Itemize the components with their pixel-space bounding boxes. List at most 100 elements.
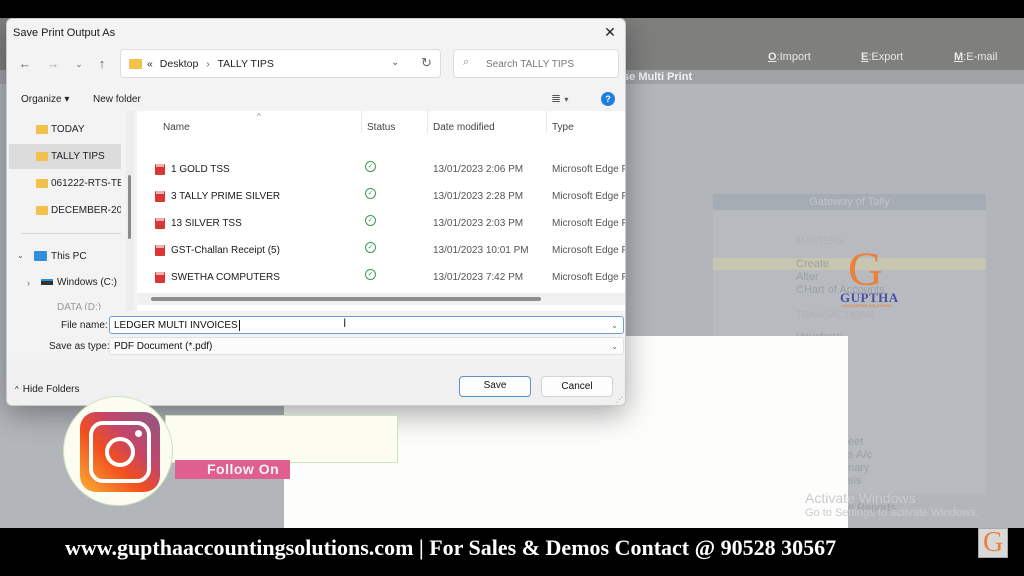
column-header-name[interactable]: Name: [163, 122, 190, 133]
file-name-value: LEDGER MULTI INVOICES: [114, 320, 238, 331]
forward-arrow-icon[interactable]: →: [44, 56, 62, 71]
nav-folder-061222[interactable]: 061222-RTS-TBK: [9, 171, 121, 196]
gateway-section-masters: MASTERS: [796, 236, 845, 247]
sync-status-check-icon: ✓: [365, 215, 376, 226]
nav-drive-d[interactable]: DATA (D:): [57, 302, 101, 310]
file-row[interactable]: GST-Challan Receipt (5) ✓ 13/01/2023 10:…: [137, 237, 625, 264]
export-key: E: [861, 51, 869, 63]
column-header-type[interactable]: Type: [552, 122, 574, 133]
logo-g-icon: G: [848, 243, 883, 296]
file-name: 13 SILVER TSS: [171, 218, 242, 229]
email-shortcut[interactable]: M:E-mail: [954, 51, 997, 63]
up-arrow-icon[interactable]: ↑: [93, 56, 111, 71]
refresh-icon[interactable]: ↻: [421, 55, 432, 71]
breadcrumb-desktop[interactable]: Desktop: [160, 58, 199, 70]
logo-g-icon: G: [983, 527, 1004, 558]
breadcrumb-overflow[interactable]: «: [147, 58, 153, 70]
save-as-type-label: Save as type:: [49, 341, 110, 352]
pdf-file-icon: [155, 191, 165, 202]
activate-windows-hint: Go to Settings to activate Windows.: [805, 507, 979, 519]
recent-locations-chevron-icon[interactable]: ⌄: [70, 59, 88, 70]
nav-folder-label: TODAY: [51, 124, 85, 135]
gateway-report-partial-3: nary: [848, 462, 870, 474]
sync-status-check-icon: ✓: [365, 242, 376, 253]
address-dropdown-chevron-icon[interactable]: ⌄: [391, 57, 399, 68]
file-name: 1 GOLD TSS: [171, 164, 230, 175]
nav-folder-december[interactable]: DECEMBER-202: [9, 198, 121, 223]
organize-button[interactable]: Organize ▾: [21, 94, 69, 105]
computer-icon: [34, 251, 47, 261]
pdf-file-icon: [155, 245, 165, 256]
logo-subtitle: ACCOUNTING SOLUTIONS: [842, 304, 892, 308]
column-header-status[interactable]: Status: [367, 122, 395, 133]
expand-this-pc-chevron-icon[interactable]: ⌄: [17, 251, 24, 260]
folder-icon: [129, 59, 142, 69]
gateway-report-partial-2: s A/c: [848, 449, 872, 461]
nav-folder-label: DECEMBER-202: [51, 205, 121, 216]
expand-drive-chevron-icon[interactable]: ›: [27, 278, 30, 288]
import-shortcut[interactable]: O:Import: [768, 51, 811, 63]
instagram-banner-box: [165, 415, 398, 463]
export-shortcut[interactable]: E:Export: [861, 51, 903, 63]
breadcrumb-separator-icon: ›: [206, 58, 210, 70]
save-as-type-select[interactable]: PDF Document (*.pdf) ⌄: [109, 337, 624, 355]
save-button[interactable]: Save: [459, 376, 531, 397]
file-row[interactable]: 1 GOLD TSS ✓ 13/01/2023 2:06 PM Microsof…: [137, 156, 625, 183]
file-list-horizontal-scrollbar[interactable]: [137, 293, 625, 305]
nav-folder-label: TALLY TIPS: [51, 151, 105, 162]
nav-folder-tally-tips[interactable]: TALLY TIPS: [9, 144, 121, 169]
scrollbar-thumb[interactable]: [128, 175, 131, 239]
column-divider[interactable]: [427, 111, 428, 133]
file-name-dropdown-chevron-icon[interactable]: ⌄: [611, 320, 618, 331]
address-bar[interactable]: « Desktop › TALLY TIPS ⌄ ↻: [120, 49, 441, 78]
instagram-icon: [80, 412, 160, 492]
nav-this-pc[interactable]: This PC: [51, 251, 87, 262]
file-type: Microsoft Edge PDF Document: [552, 245, 625, 256]
sync-status-check-icon: ✓: [365, 161, 376, 172]
drive-icon: [41, 279, 53, 285]
gateway-report-partial-1: eet: [848, 436, 864, 448]
import-label: Import: [779, 51, 811, 63]
i-beam-cursor-icon: I: [343, 316, 347, 330]
column-divider[interactable]: [361, 111, 362, 133]
navigation-pane: TODAY TALLY TIPS 061222-RTS-TBK DECEMBER…: [7, 111, 135, 311]
view-options-icon[interactable]: ≣ ▾: [551, 91, 568, 105]
cancel-button[interactable]: Cancel: [541, 376, 613, 397]
file-name-label: File name:: [61, 320, 108, 331]
file-name-input[interactable]: LEDGER MULTI INVOICES I ⌄: [109, 316, 624, 334]
nav-drive-c[interactable]: Windows (C:): [57, 277, 117, 288]
resize-grip-icon[interactable]: ⋰: [616, 396, 623, 404]
file-type: Microsoft Edge PDF Document: [552, 218, 625, 229]
nav-folder-today[interactable]: TODAY: [9, 117, 121, 142]
back-arrow-icon[interactable]: ←: [16, 56, 34, 71]
screen: O:Import E:Export M:E-mail ise Multi Pri…: [0, 0, 1024, 576]
gateway-header: Gateway of Tally: [713, 194, 986, 210]
breadcrumb-tally-tips[interactable]: TALLY TIPS: [217, 58, 273, 70]
breadcrumb: « Desktop › TALLY TIPS: [147, 58, 274, 70]
nav-folder-label: 061222-RTS-TBK: [51, 178, 121, 189]
file-date: 13/01/2023 7:42 PM: [433, 272, 524, 283]
hide-folders-button[interactable]: ^ Hide Folders: [15, 384, 79, 395]
close-icon[interactable]: ✕: [601, 23, 619, 41]
column-divider[interactable]: [546, 111, 547, 133]
column-header-date-modified[interactable]: Date modified: [433, 122, 495, 133]
search-icon: ⌕: [463, 56, 470, 68]
new-folder-button[interactable]: New folder: [93, 94, 141, 105]
file-date: 13/01/2023 2:06 PM: [433, 164, 524, 175]
nav-pane-scrollbar[interactable]: [126, 111, 134, 311]
instagram-icon-lens: [105, 437, 135, 467]
folder-icon: [36, 179, 48, 188]
file-row[interactable]: 3 TALLY PRIME SILVER ✓ 13/01/2023 2:28 P…: [137, 183, 625, 210]
scrollbar-thumb[interactable]: [151, 297, 541, 301]
activate-windows-title: Activate Windows: [805, 490, 916, 506]
save-as-type-value: PDF Document (*.pdf): [114, 341, 213, 352]
gateway-item-alter[interactable]: Alter: [796, 271, 819, 283]
help-icon[interactable]: ?: [601, 92, 615, 106]
export-label: Export: [871, 51, 904, 63]
footer-contact-text: www.gupthaaccountingsolutions.com | For …: [65, 535, 837, 560]
gateway-item-create[interactable]: Create: [796, 258, 829, 270]
file-row[interactable]: SWETHA COMPUTERS ✓ 13/01/2023 7:42 PM Mi…: [137, 264, 625, 291]
file-type: Microsoft Edge PDF Document: [552, 164, 625, 175]
file-row[interactable]: 13 SILVER TSS ✓ 13/01/2023 2:03 PM Micro…: [137, 210, 625, 237]
search-box[interactable]: ⌕ Search TALLY TIPS: [453, 49, 619, 78]
